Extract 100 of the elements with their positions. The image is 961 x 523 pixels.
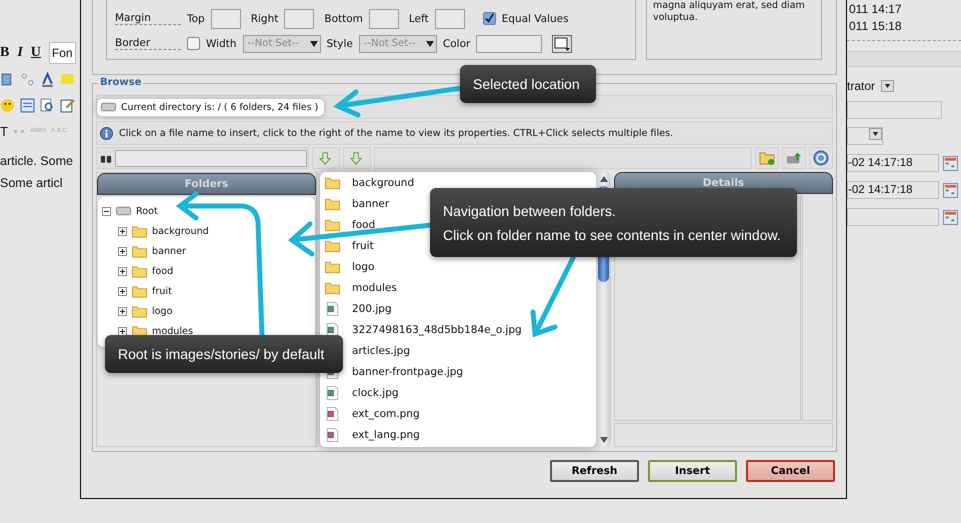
calendar-icon[interactable] [943, 156, 958, 170]
font-select[interactable]: Fon [48, 42, 76, 64]
dialog-button[interactable]: Cancel [746, 460, 835, 482]
info-text: Click on a file name to insert, click to the right of the name to view its properties. CTRL+Click selects multiple files. [119, 128, 674, 138]
current-directory-text: Current directory is: / ( 6 folders, 24 files ) [121, 102, 318, 112]
list-icon[interactable] [20, 98, 35, 112]
field-label: Color [442, 38, 470, 50]
field-label: Right [250, 12, 278, 24]
input-field[interactable] [210, 8, 241, 28]
select-field[interactable] [847, 127, 883, 145]
tree-item[interactable]: background [152, 226, 209, 236]
format-button[interactable]: I [17, 45, 23, 61]
expand-toggle-icon[interactable] [118, 246, 127, 256]
callout-text: Navigation between folders. [443, 202, 617, 218]
format-button[interactable]: B [0, 45, 10, 61]
date-field[interactable]: -02 14:17:18 [847, 154, 939, 172]
tree-item[interactable]: banner [152, 246, 186, 256]
caret-icon [869, 128, 882, 140]
new-folder-icon[interactable] [759, 150, 775, 166]
image-file-icon [325, 302, 340, 316]
folder-icon [132, 244, 147, 258]
font-color-icon[interactable] [40, 72, 55, 86]
preview-text: magna aliquyam erat, sed diam voluptua. [653, 0, 806, 24]
file-item[interactable]: food [352, 218, 376, 230]
zoom-page-icon[interactable] [40, 98, 55, 112]
sort-icon[interactable] [350, 150, 364, 166]
caret-icon [426, 40, 434, 46]
folder-icon [325, 218, 340, 232]
file-item[interactable]: banner-frontpage.jpg [352, 366, 464, 378]
article-text: article. Some [0, 153, 74, 170]
file-item[interactable]: banner [352, 198, 390, 210]
upload-icon[interactable] [786, 150, 802, 166]
field-label: Margin [115, 12, 181, 25]
tree-item[interactable]: Root [136, 206, 158, 216]
format-button[interactable]: U [30, 45, 41, 61]
callout-text: Root is images/stories/ by default [118, 346, 326, 362]
collapse-toggle-icon[interactable] [102, 206, 111, 216]
image-file-icon [325, 406, 340, 420]
drive-icon [101, 102, 116, 112]
dialog-button[interactable]: Insert [648, 460, 737, 482]
section-legend: Browse [98, 77, 144, 88]
file-item[interactable]: 200.jpg [352, 302, 392, 314]
checkbox[interactable] [482, 12, 496, 25]
image-file-icon [325, 322, 340, 336]
date-field[interactable]: -02 14:17:18 [847, 181, 939, 199]
drive-icon [116, 206, 131, 216]
file-item[interactable]: logo [352, 260, 374, 272]
calendar-icon[interactable] [943, 182, 958, 198]
scroll-up-icon[interactable] [600, 176, 608, 182]
file-item[interactable]: clock.jpg [352, 386, 399, 398]
expand-toggle-icon[interactable] [118, 286, 127, 296]
file-item[interactable]: articles.jpg [352, 344, 410, 356]
field-label: Border [115, 37, 181, 50]
expand-toggle-icon[interactable] [118, 306, 127, 316]
file-item[interactable]: ext_lang.png [352, 428, 420, 440]
expand-toggle-icon[interactable] [118, 226, 127, 236]
tree-item[interactable]: logo [152, 306, 172, 316]
date-field[interactable] [847, 208, 939, 226]
folder-icon [132, 264, 147, 278]
callout-text: Selected location [473, 76, 581, 92]
select-field[interactable]: trator [847, 77, 961, 95]
info-icon [100, 126, 113, 140]
panel-header: Folders [97, 173, 316, 195]
image-file-icon [325, 386, 340, 400]
color-field[interactable] [476, 34, 542, 52]
folder-icon [132, 304, 147, 318]
file-item[interactable]: fruit [352, 240, 374, 252]
folder-icon [132, 284, 147, 298]
field-label: Bottom [324, 12, 363, 24]
scroll-down-icon[interactable] [600, 437, 608, 443]
file-item[interactable]: ext_com.png [352, 408, 420, 420]
input-field[interactable] [847, 101, 942, 119]
sort-icon[interactable] [318, 150, 334, 166]
file-item[interactable]: 3227498163_48d5bb184e_o.jpg [352, 324, 522, 336]
tag-button[interactable]: T [0, 124, 8, 138]
input-field[interactable] [284, 8, 314, 28]
calendar-icon[interactable] [943, 210, 958, 224]
folder-icon [325, 196, 340, 210]
search-field[interactable] [115, 150, 307, 166]
smiley-icon[interactable] [0, 98, 15, 112]
field-label: Style [326, 38, 353, 50]
tree-item[interactable]: fruit [152, 286, 172, 296]
tree-item[interactable]: modules [152, 326, 193, 336]
expand-toggle-icon[interactable] [118, 326, 127, 336]
color-picker-icon[interactable] [552, 34, 572, 52]
tree-item[interactable]: food [152, 266, 174, 276]
caret-icon [881, 80, 894, 92]
dialog-button[interactable]: Refresh [550, 460, 639, 482]
caret-icon [310, 40, 318, 46]
input-field[interactable] [368, 8, 399, 28]
checkbox-label: Equal Values [502, 12, 569, 24]
folder-icon [325, 176, 340, 190]
input-field[interactable] [434, 8, 465, 28]
field-label: Left [408, 12, 429, 24]
file-item[interactable]: modules [352, 282, 397, 294]
checkbox-label: Width [206, 38, 237, 50]
file-item[interactable]: background [352, 176, 414, 188]
edit-icon[interactable] [60, 98, 75, 112]
expand-toggle-icon[interactable] [118, 266, 127, 276]
folder-icon [325, 238, 340, 252]
